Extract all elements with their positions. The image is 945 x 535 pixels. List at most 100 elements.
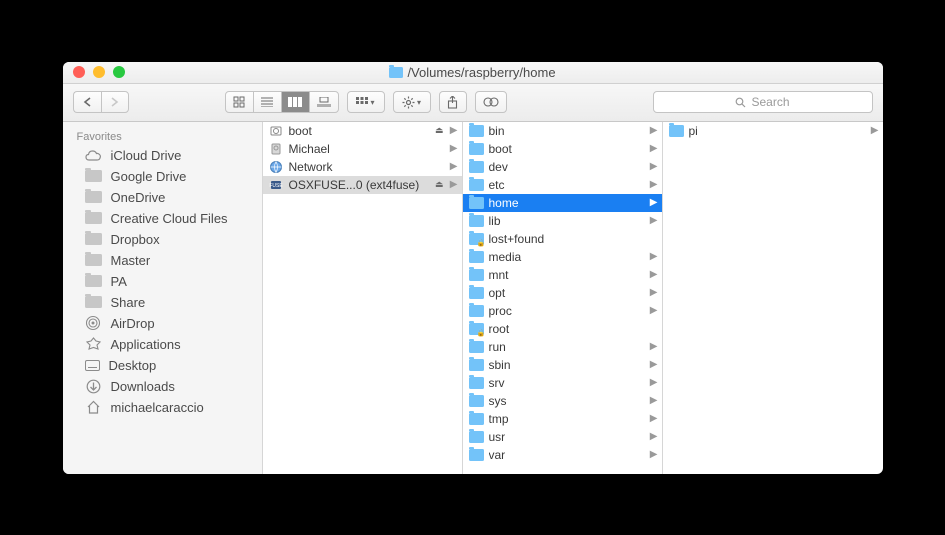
finder-window: /Volumes/raspberry/home ▾ ▾ Search Favor…	[63, 62, 883, 474]
folder-icon	[469, 377, 484, 389]
titlebar[interactable]: /Volumes/raspberry/home	[63, 62, 883, 84]
window-title-text: /Volumes/raspberry/home	[407, 65, 555, 80]
sidebar-item-icloud-drive[interactable]: iCloud Drive	[63, 145, 262, 166]
coverflow-view-button[interactable]	[310, 92, 338, 112]
chevron-right-icon: ▶	[650, 395, 658, 406]
file-name: lib	[489, 214, 646, 228]
file-row[interactable]: usr▶	[463, 428, 662, 446]
fuse-volume-icon: FUSE	[269, 178, 284, 192]
sidebar-item-share[interactable]: Share	[63, 292, 262, 313]
sidebar-item-label: Master	[111, 253, 151, 268]
chevron-right-icon: ▶	[650, 215, 658, 226]
chevron-right-icon: ▶	[871, 125, 879, 136]
arrange-button[interactable]: ▾	[347, 91, 385, 113]
chevron-right-icon: ▶	[650, 143, 658, 154]
window-title: /Volumes/raspberry/home	[63, 65, 883, 80]
chevron-right-icon: ▶	[650, 179, 658, 190]
file-row[interactable]: Network▶	[263, 158, 462, 176]
folder-icon	[469, 431, 484, 443]
share-button[interactable]	[439, 91, 467, 113]
sidebar-item-desktop[interactable]: Desktop	[63, 355, 262, 376]
file-row[interactable]: mnt ▶	[463, 266, 662, 284]
desktop-icon	[85, 360, 100, 371]
file-row[interactable]: sys▶	[463, 392, 662, 410]
file-name: boot	[289, 124, 446, 138]
sidebar-item-applications[interactable]: Applications	[63, 334, 262, 355]
eject-icon[interactable]: ⏏	[435, 125, 444, 136]
file-name: Network	[289, 160, 446, 174]
sidebar-item-pa[interactable]: PA	[63, 271, 262, 292]
file-name: run	[489, 340, 646, 354]
column-0: boot⏏▶Michael▶Network▶FUSEOSXFUSE...0 (e…	[263, 122, 463, 474]
file-row[interactable]: tmp▶	[463, 410, 662, 428]
tags-button[interactable]	[475, 91, 507, 113]
disk-icon	[269, 124, 284, 138]
chevron-right-icon: ▶	[650, 197, 658, 208]
chevron-right-icon: ▶	[650, 269, 658, 280]
folder-icon	[469, 251, 484, 263]
file-row[interactable]: opt▶	[463, 284, 662, 302]
zoom-button[interactable]	[113, 66, 125, 78]
chevron-right-icon: ▶	[450, 125, 458, 136]
file-row[interactable]: FUSEOSXFUSE...0 (ext4fuse)⏏▶	[263, 176, 462, 194]
file-row[interactable]: Michael ▶	[263, 140, 462, 158]
file-row[interactable]: dev▶	[463, 158, 662, 176]
search-input[interactable]: Search	[653, 91, 873, 113]
sidebar-item-downloads[interactable]: Downloads	[63, 376, 262, 397]
file-row[interactable]: srv▶	[463, 374, 662, 392]
file-row[interactable]: root	[463, 320, 662, 338]
close-button[interactable]	[73, 66, 85, 78]
file-row[interactable]: var▶	[463, 446, 662, 464]
sidebar-item-label: OneDrive	[111, 190, 166, 205]
list-view-button[interactable]	[254, 92, 282, 112]
file-name: home	[489, 196, 646, 210]
downloads-icon	[85, 379, 102, 394]
file-row[interactable]: pi▶	[663, 122, 883, 140]
file-row[interactable]: sbin▶	[463, 356, 662, 374]
file-row[interactable]: media▶	[463, 248, 662, 266]
sidebar-item-airdrop[interactable]: AirDrop	[63, 313, 262, 334]
file-name: sbin	[489, 358, 646, 372]
finder-body: Favorites iCloud DriveGoogle DriveOneDri…	[63, 122, 883, 474]
action-button[interactable]: ▾	[393, 91, 431, 113]
file-row[interactable]: bin▶	[463, 122, 662, 140]
eject-icon[interactable]: ⏏	[435, 179, 444, 190]
sidebar-item-michaelcaraccio[interactable]: michaelcaraccio	[63, 397, 262, 418]
file-row[interactable]: boot▶	[463, 140, 662, 158]
sidebar-item-master[interactable]: Master	[63, 250, 262, 271]
forward-button[interactable]	[101, 91, 129, 113]
sidebar-item-onedrive[interactable]: OneDrive	[63, 187, 262, 208]
file-name: lost+found	[489, 232, 646, 246]
file-name: mnt	[489, 268, 646, 282]
file-row[interactable]: home ▶	[463, 194, 662, 212]
folder-icon	[469, 215, 484, 227]
icon-view-button[interactable]	[226, 92, 254, 112]
back-button[interactable]	[73, 91, 101, 113]
file-row[interactable]: lost+found	[463, 230, 662, 248]
sidebar-item-creative-cloud-files[interactable]: Creative Cloud Files	[63, 208, 262, 229]
airdrop-icon	[85, 316, 102, 331]
file-name: bin	[489, 124, 646, 138]
sidebar-item-google-drive[interactable]: Google Drive	[63, 166, 262, 187]
file-name: Michael	[289, 142, 446, 156]
file-row[interactable]: run▶	[463, 338, 662, 356]
file-row[interactable]: lib ▶	[463, 212, 662, 230]
cloud-icon	[85, 148, 102, 163]
file-row[interactable]: proc▶	[463, 302, 662, 320]
folder-icon	[469, 413, 484, 425]
file-name: dev	[489, 160, 646, 174]
chevron-right-icon: ▶	[650, 251, 658, 262]
file-row[interactable]: etc▶	[463, 176, 662, 194]
applications-icon	[85, 337, 102, 352]
chevron-right-icon: ▶	[650, 449, 658, 460]
chevron-right-icon: ▶	[650, 377, 658, 388]
minimize-button[interactable]	[93, 66, 105, 78]
file-row[interactable]: boot⏏ ▶	[263, 122, 462, 140]
column-view-button[interactable]	[282, 92, 310, 112]
chevron-right-icon: ▶	[450, 143, 458, 154]
file-name: tmp	[489, 412, 646, 426]
sidebar-item-dropbox[interactable]: Dropbox	[63, 229, 262, 250]
sidebar-item-label: Desktop	[109, 358, 157, 373]
folder-icon	[85, 170, 102, 182]
folder-icon	[469, 179, 484, 191]
